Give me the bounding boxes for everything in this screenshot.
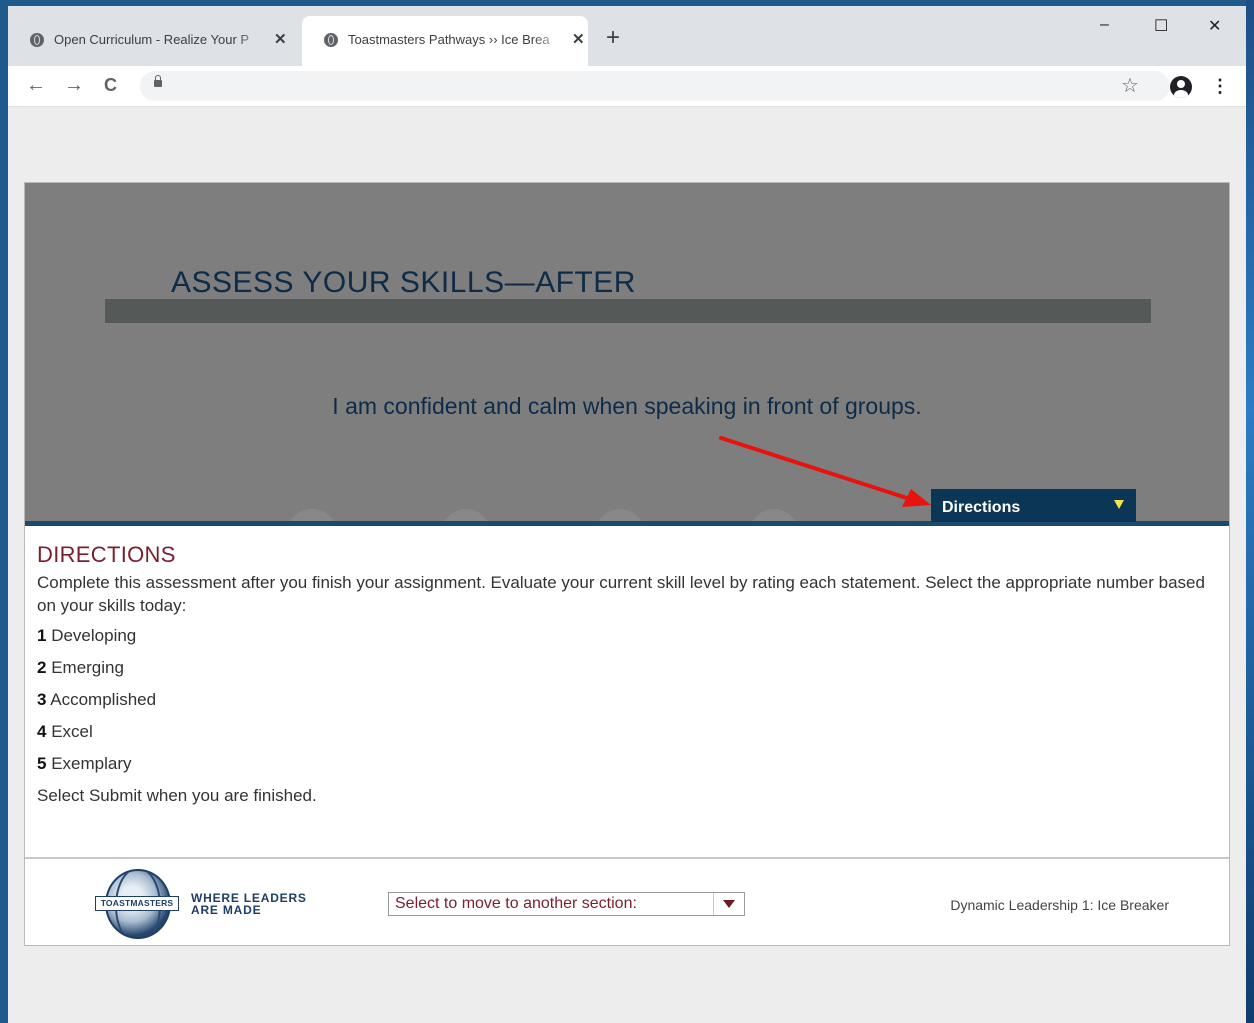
- scale-label: Developing: [46, 626, 137, 645]
- desktop-background: [1246, 0, 1254, 1023]
- browser-toolbar: ← → C ☆ ⋮: [8, 66, 1246, 107]
- menu-icon[interactable]: ⋮: [1211, 75, 1229, 97]
- tab-toastmasters-pathways[interactable]: Toastmasters Pathways ›› Ice Brea ✕: [302, 16, 588, 66]
- tab-open-curriculum[interactable]: Open Curriculum - Realize Your P ✕: [8, 16, 298, 66]
- logo-tagline-line2: ARE MADE: [191, 903, 262, 917]
- footer: TOASTMASTERS WHERE LEADERS ARE MADE Sele…: [25, 859, 1229, 945]
- back-button[interactable]: ←: [26, 74, 46, 96]
- scale-item: 2 Emerging: [37, 656, 1223, 679]
- globe-icon: [30, 33, 44, 47]
- scale-item: 3 Accomplished: [37, 688, 1223, 711]
- tab-title: Open Curriculum - Realize Your P: [54, 32, 250, 47]
- scale-item: 5 Exemplary: [37, 752, 1223, 775]
- window-close-button[interactable]: ✕: [1208, 16, 1221, 36]
- page-viewport: ASSESS YOUR SKILLS—AFTER I am confident …: [8, 107, 1246, 1023]
- annotation-arrow: [719, 436, 931, 507]
- select-divider: [713, 893, 714, 915]
- module-name: Dynamic Leadership 1: Ice Breaker: [950, 897, 1169, 913]
- tab-strip: Open Curriculum - Realize Your P ✕ Toast…: [8, 6, 1246, 66]
- section-select[interactable]: Select to move to another section:: [388, 892, 745, 916]
- close-icon[interactable]: ✕: [572, 32, 585, 48]
- assessment-panel: ASSESS YOUR SKILLS—AFTER I am confident …: [24, 182, 1230, 946]
- new-tab-button[interactable]: +: [606, 26, 620, 50]
- scale-item: 1 Developing: [37, 624, 1223, 647]
- scale-label: Emerging: [46, 658, 124, 677]
- star-icon[interactable]: ☆: [1121, 75, 1139, 97]
- close-icon[interactable]: ✕: [274, 32, 287, 48]
- directions-closing: Select Submit when you are finished.: [37, 786, 317, 805]
- directions-heading: DIRECTIONS: [37, 542, 176, 567]
- logo-tagline: WHERE LEADERS ARE MADE: [191, 892, 307, 916]
- account-icon[interactable]: [1170, 76, 1192, 98]
- reload-button[interactable]: C: [104, 74, 117, 96]
- minimize-button[interactable]: –: [1100, 16, 1109, 34]
- directions-intro: Complete this assessment after you finis…: [37, 573, 1205, 615]
- scale-label: Excel: [46, 722, 93, 741]
- address-bar[interactable]: [140, 71, 1170, 101]
- maximize-button[interactable]: ☐: [1154, 16, 1168, 36]
- browser-window: Open Curriculum - Realize Your P ✕ Toast…: [8, 6, 1246, 1023]
- arrow-shaft: [719, 436, 912, 501]
- scale-label: Accomplished: [46, 690, 157, 709]
- scale-item: 4 Excel: [37, 720, 1223, 743]
- tab-title: Toastmasters Pathways ›› Ice Brea: [348, 32, 550, 47]
- forward-button[interactable]: →: [64, 74, 84, 96]
- directions-section: DIRECTIONS Complete this assessment afte…: [37, 543, 1223, 814]
- globe-icon: [324, 33, 338, 47]
- section-select-placeholder: Select to move to another section:: [395, 895, 637, 912]
- caret-down-icon: [723, 900, 735, 908]
- scale-label: Exemplary: [46, 754, 132, 773]
- logo-banner: TOASTMASTERS: [95, 896, 179, 911]
- lock-icon: [154, 75, 162, 87]
